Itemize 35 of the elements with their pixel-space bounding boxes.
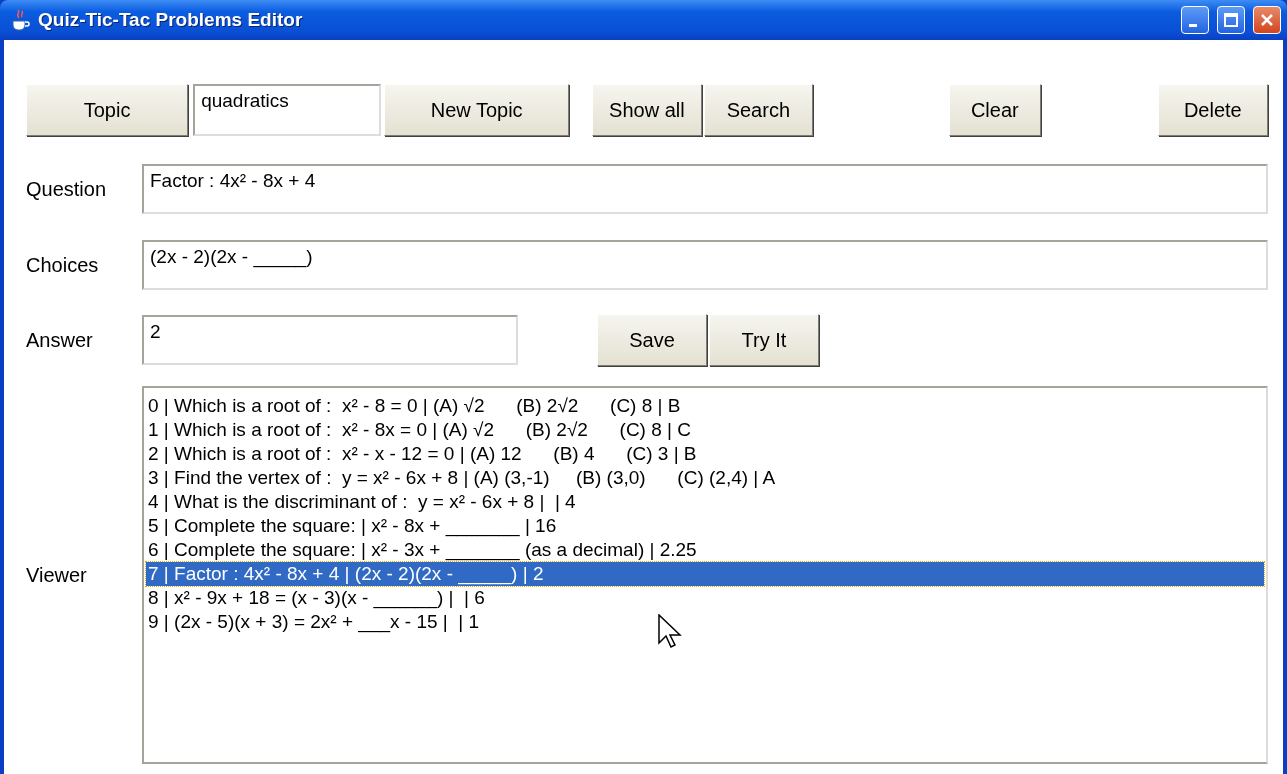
list-item[interactable]: 9 | (2x - 5)(x + 3) = 2x² + ___x - 15 | | 1 — [146, 610, 1264, 634]
toolbar-button[interactable]: New Topic — [384, 84, 570, 136]
toolbar-button[interactable]: Search — [703, 84, 814, 136]
maximize-icon — [1223, 12, 1239, 28]
question-field[interactable]: Factor : 4x² - 8x + 4 — [142, 164, 1268, 214]
list-item[interactable]: 1 | Which is a root of : x² - 8x = 0 | (A) √2 (B) 2√2 (C) 8 | C — [146, 418, 1264, 442]
maximize-button[interactable] — [1217, 6, 1245, 34]
topic-field[interactable]: quadratics — [193, 84, 382, 136]
coffee-cup-icon — [10, 9, 30, 31]
field-label: Question — [25, 177, 108, 201]
answer-field[interactable]: 2 — [142, 315, 518, 365]
toolbar-button[interactable]: Show all — [592, 84, 702, 136]
minimize-button[interactable] — [1181, 6, 1209, 34]
close-icon — [1259, 12, 1275, 28]
choices-field[interactable]: (2x - 2)(2x - _____) — [142, 240, 1268, 290]
list-item[interactable]: 6 | Complete the square: | x² - 3x + _______ (as a decimal) | 2.25 — [146, 538, 1264, 562]
topic-button[interactable]: Topic — [26, 84, 189, 136]
action-button[interactable]: Try It — [709, 314, 819, 366]
window-title: Quiz-Tic-Tac Problems Editor — [38, 9, 304, 31]
list-item[interactable]: 4 | What is the discriminant of : y = x² - 6x + 8 | | 4 — [146, 490, 1264, 514]
list-item[interactable]: 7 | Factor : 4x² - 8x + 4 | (2x - 2)(2x - _____) | 2 — [146, 562, 1264, 586]
field-label: Answer — [25, 328, 94, 352]
action-button[interactable]: Save — [597, 314, 707, 366]
cursor-icon — [658, 614, 682, 650]
list-item[interactable]: 8 | x² - 9x + 18 = (x - 3)(x - ______) | | 6 — [146, 586, 1264, 610]
toolbar-button[interactable]: Delete — [1157, 84, 1268, 136]
close-button[interactable] — [1253, 6, 1281, 34]
list-item[interactable]: 3 | Find the vertex of : y = x² - 6x + 8 | (A) (3,-1) (B) (3,0) (C) (2,4) | A — [146, 466, 1264, 490]
field-label: Viewer — [25, 563, 88, 587]
minimize-icon — [1189, 23, 1197, 27]
list-item[interactable]: 0 | Which is a root of : x² - 8 = 0 | (A) √2 (B) 2√2 (C) 8 | B — [146, 394, 1264, 418]
list-item[interactable]: 5 | Complete the square: | x² - 8x + _______ | 16 — [146, 514, 1264, 538]
list-item[interactable]: 2 | Which is a root of : x² - x - 12 = 0 | (A) 12 (B) 4 (C) 3 | B — [146, 442, 1264, 466]
toolbar-button[interactable]: Clear — [949, 84, 1041, 136]
field-label: Choices — [25, 253, 100, 277]
